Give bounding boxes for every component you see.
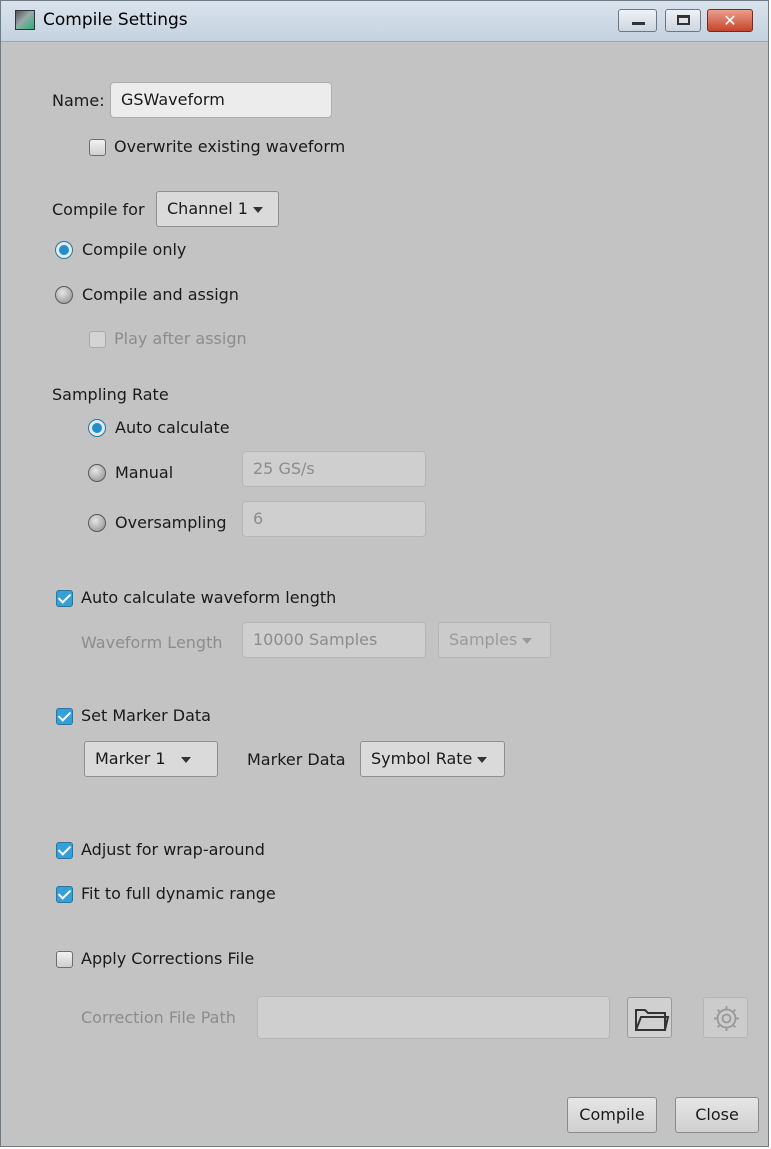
play-after-assign-checkbox[interactable] <box>89 331 106 348</box>
chevron-down-icon <box>477 756 488 763</box>
length-unit-dropdown[interactable]: Samples <box>438 622 551 658</box>
chevron-down-icon <box>522 637 533 644</box>
maximize-icon <box>677 15 690 25</box>
overwrite-checkbox[interactable] <box>89 139 106 156</box>
title-bar[interactable]: Compile Settings ✕ <box>1 1 768 42</box>
browse-folder-button[interactable] <box>627 997 672 1038</box>
manual-rate-input[interactable]: 25 GS/s <box>242 451 426 487</box>
set-marker-label: Set Marker Data <box>81 706 211 725</box>
correction-settings-button[interactable] <box>703 997 748 1038</box>
oversampling-label: Oversampling <box>115 513 227 532</box>
app-icon <box>15 10 35 30</box>
compile-for-label: Compile for <box>52 200 145 219</box>
compile-for-value: Channel 1 <box>167 199 248 218</box>
adjust-wrap-checkbox[interactable] <box>56 842 73 859</box>
marker-data-label: Marker Data <box>247 750 346 769</box>
close-button[interactable]: Close <box>675 1097 759 1133</box>
name-label: Name: <box>52 91 105 110</box>
set-marker-checkbox[interactable] <box>56 708 73 725</box>
compile-and-assign-radio[interactable] <box>55 286 73 304</box>
sampling-rate-heading: Sampling Rate <box>52 385 169 404</box>
waveform-length-label: Waveform Length <box>81 633 223 652</box>
marker-select-dropdown[interactable]: Marker 1 <box>84 741 218 777</box>
close-window-button[interactable]: ✕ <box>707 9 753 32</box>
gear-icon <box>714 1006 739 1031</box>
compile-settings-dialog: Compile Settings ✕ Name: GSWaveform Over… <box>0 0 769 1147</box>
oversampling-input[interactable]: 6 <box>242 501 426 537</box>
compile-button[interactable]: Compile <box>567 1097 657 1133</box>
minimize-button[interactable] <box>618 9 657 32</box>
compile-only-label: Compile only <box>82 240 187 259</box>
apply-corrections-checkbox[interactable] <box>56 951 73 968</box>
play-after-assign-label: Play after assign <box>114 329 247 348</box>
manual-radio[interactable] <box>88 464 106 482</box>
auto-length-label: Auto calculate waveform length <box>81 588 337 607</box>
waveform-length-input[interactable]: 10000 Samples <box>242 622 426 658</box>
auto-calculate-label: Auto calculate <box>115 418 230 437</box>
auto-calculate-radio[interactable] <box>88 419 106 437</box>
name-input[interactable]: GSWaveform <box>110 82 332 118</box>
compile-and-assign-label: Compile and assign <box>82 285 239 304</box>
minimize-icon <box>632 22 645 25</box>
chevron-down-icon <box>180 756 191 763</box>
fit-range-checkbox[interactable] <box>56 886 73 903</box>
overwrite-label: Overwrite existing waveform <box>114 137 346 156</box>
maximize-button[interactable] <box>665 9 701 32</box>
length-unit-value: Samples <box>449 630 518 649</box>
fit-range-label: Fit to full dynamic range <box>81 884 276 903</box>
oversampling-radio[interactable] <box>88 514 106 532</box>
marker-select-value: Marker 1 <box>95 749 166 768</box>
correction-path-input[interactable] <box>257 996 610 1039</box>
compile-for-dropdown[interactable]: Channel 1 <box>156 191 279 227</box>
adjust-wrap-label: Adjust for wrap-around <box>81 840 265 859</box>
chevron-down-icon <box>252 206 263 213</box>
compile-only-radio[interactable] <box>55 241 73 259</box>
marker-data-dropdown[interactable]: Symbol Rate <box>360 741 505 777</box>
apply-corrections-label: Apply Corrections File <box>81 949 255 968</box>
close-icon: ✕ <box>723 11 737 30</box>
folder-icon <box>635 1009 670 1031</box>
window-title: Compile Settings <box>43 10 188 30</box>
marker-data-value: Symbol Rate <box>371 749 473 768</box>
manual-label: Manual <box>115 463 174 482</box>
auto-length-checkbox[interactable] <box>56 590 73 607</box>
correction-path-label: Correction File Path <box>81 1008 236 1027</box>
